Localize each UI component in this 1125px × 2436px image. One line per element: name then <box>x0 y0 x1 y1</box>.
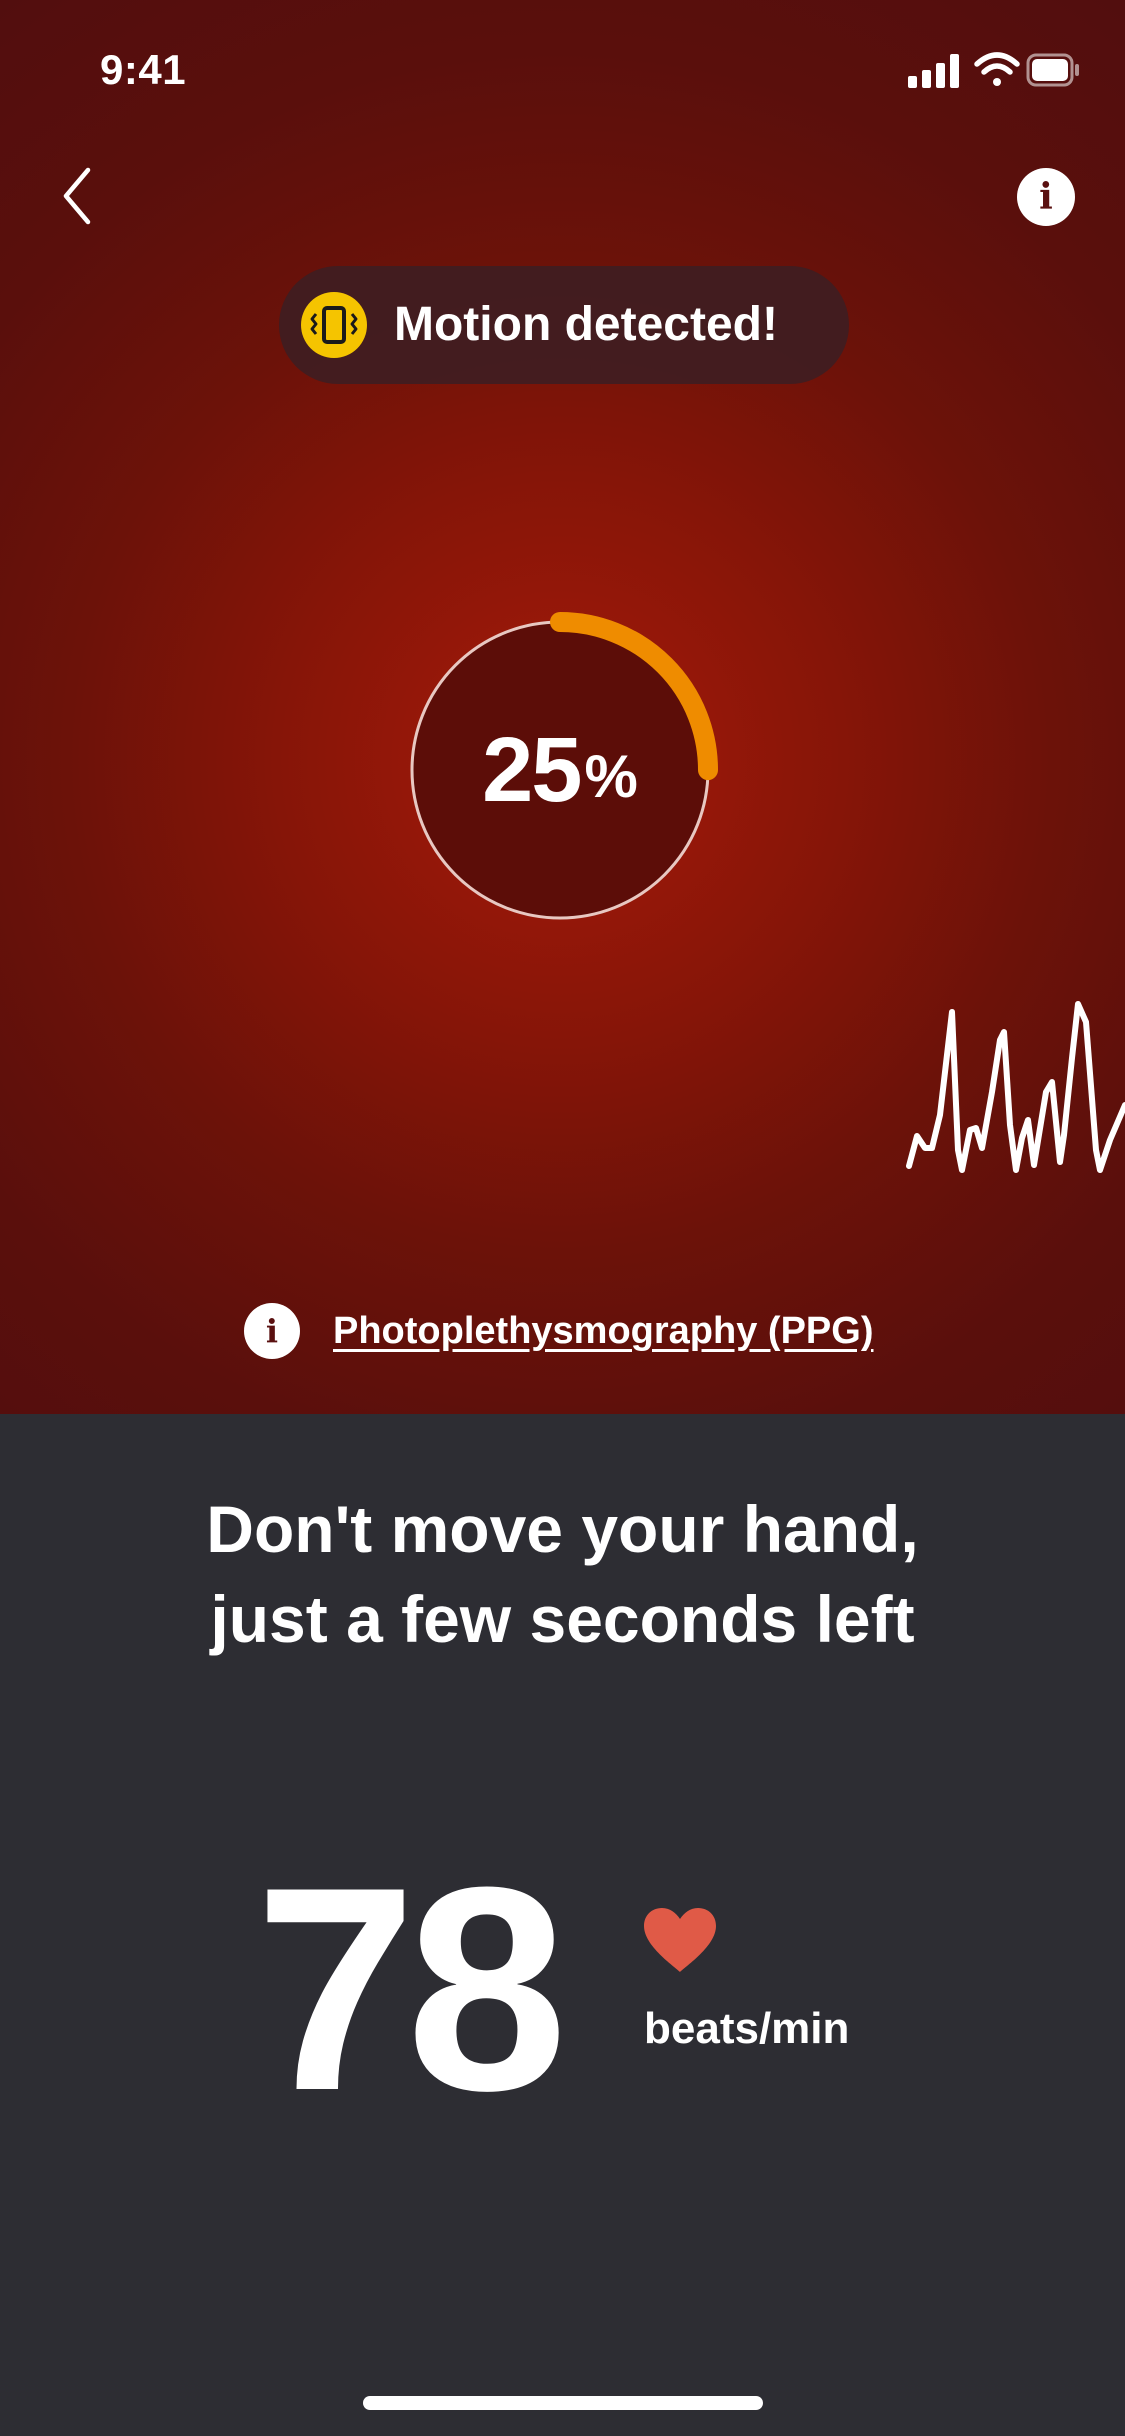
status-bar: 9:41 <box>0 0 1125 140</box>
progress-readout: 25% <box>400 610 720 930</box>
info-icon: i <box>1039 176 1053 218</box>
status-icons <box>831 50 1081 90</box>
battery-icon <box>1026 53 1079 87</box>
progress-ring: 25% <box>400 610 720 930</box>
ppg-info-row: i Photoplethysmography (PPG) <box>244 1303 944 1359</box>
wifi-icon <box>974 52 1020 86</box>
ppg-link[interactable]: Photoplethysmography (PPG) <box>333 1303 873 1359</box>
motion-alert-text: Motion detected! <box>394 298 778 351</box>
measurement-panel: 9:41 i Motion detected! 25 % i Photoplet… <box>0 0 1125 1414</box>
chevron-left-icon <box>63 167 91 225</box>
instruction-text: Don't move your hand, just a few seconds… <box>0 1484 1125 1664</box>
progress-value: 25 <box>482 718 582 821</box>
heart-icon <box>644 1908 716 1972</box>
screen: 9:41 i Motion detected! 25 % i Photoplet… <box>0 0 1125 2436</box>
result-panel: Don't move your hand, just a few seconds… <box>0 1414 1125 2436</box>
info-button[interactable]: i <box>1017 168 1075 226</box>
home-indicator[interactable] <box>363 2396 763 2410</box>
ppg-info-button[interactable]: i <box>244 1303 300 1359</box>
pulse-waveform <box>906 1001 1125 1173</box>
heart-rate-unit: beats/min <box>644 2004 850 2053</box>
heart-rate-value: 78 <box>255 1827 568 2151</box>
progress-unit: % <box>584 742 638 810</box>
signal-icon <box>908 54 959 88</box>
instruction-line-2: just a few seconds left <box>210 1582 915 1656</box>
back-button[interactable] <box>50 160 120 230</box>
info-icon: i <box>265 1312 279 1350</box>
phone-vibrate-icon <box>301 292 367 358</box>
motion-alert: Motion detected! <box>279 266 849 384</box>
instruction-line-1: Don't move your hand, <box>206 1492 919 1566</box>
status-time: 9:41 <box>100 46 187 93</box>
